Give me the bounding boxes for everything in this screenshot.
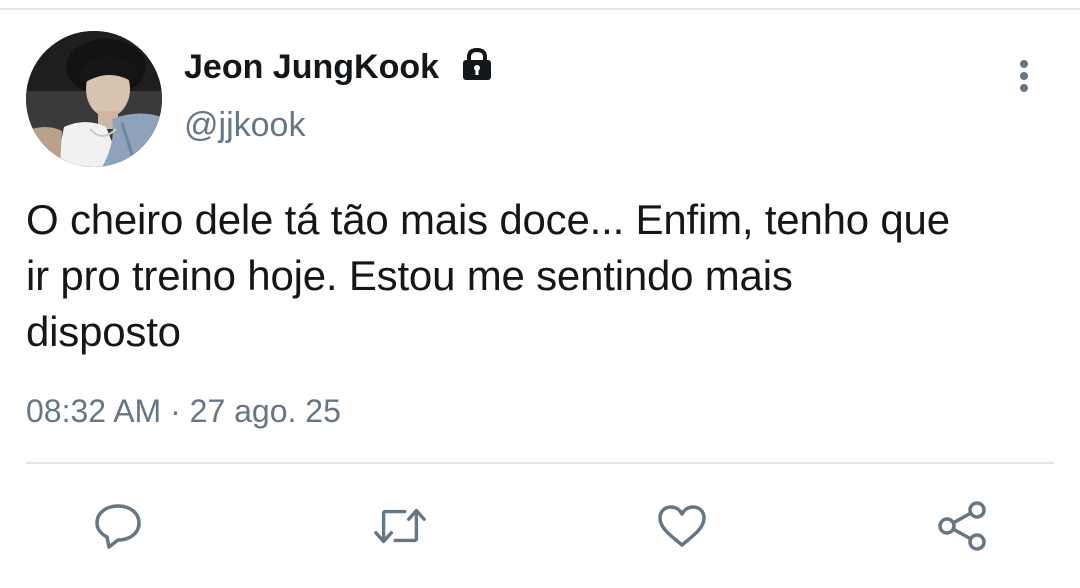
retweet-button[interactable] [372,498,428,554]
tweet-timestamp[interactable]: 08:32 AM · 27 ago. 25 [26,393,341,430]
heart-icon [658,505,706,547]
tweet-text-line: disposto [26,308,181,355]
display-name[interactable]: Jeon JungKook [184,48,439,87]
tweet-date: 27 ago. 25 [189,393,341,429]
divider [26,462,1054,464]
profile-photo [26,31,162,167]
reply-button[interactable] [90,498,146,554]
tweet-time: 08:32 AM [26,393,162,429]
like-button[interactable] [654,498,710,554]
user-handle[interactable]: @jjkook [184,106,305,145]
tweet-text-line: O cheiro dele tá tão mais doce... Enfim,… [26,196,950,243]
tweet-text-line: ir pro treino hoje. Estou me sentindo ma… [26,252,793,299]
share-button[interactable] [934,498,990,554]
retweet-icon [374,508,426,544]
lock-icon [459,46,495,82]
more-options-button[interactable] [1008,56,1040,96]
more-vertical-icon [1020,60,1028,92]
separator-dot: · [170,393,181,429]
share-icon [938,501,986,551]
top-divider [0,0,1080,10]
reply-icon [95,504,141,549]
avatar[interactable] [26,31,162,167]
tweet-text: O cheiro dele tá tão mais doce... Enfim,… [26,192,1066,360]
